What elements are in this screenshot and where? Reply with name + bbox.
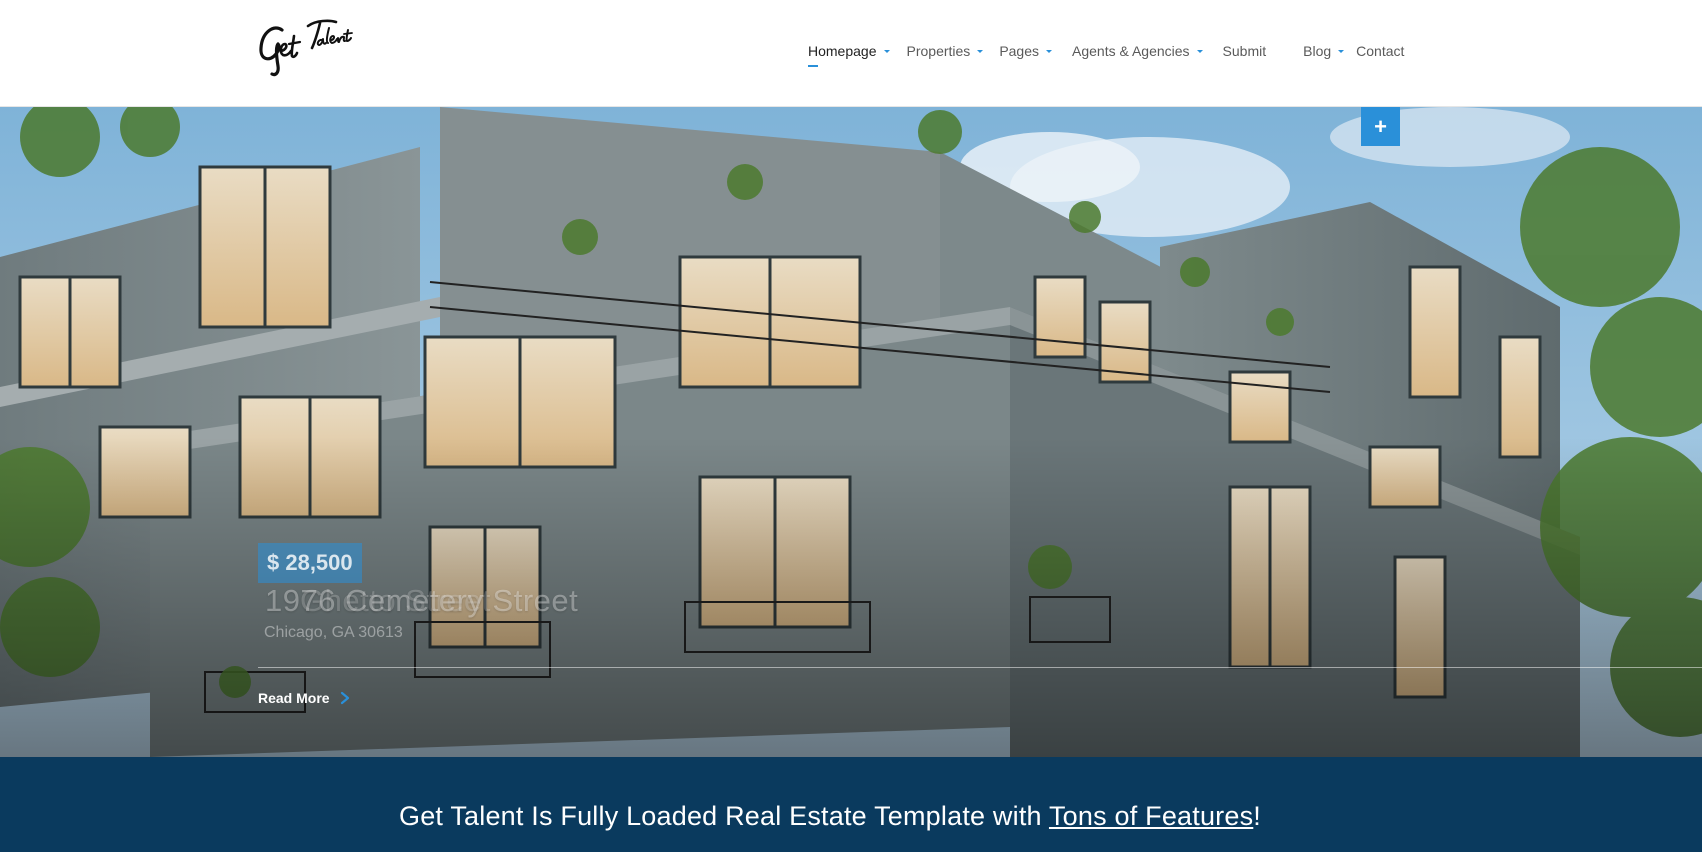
- plus-icon: +: [1374, 113, 1387, 139]
- site-logo[interactable]: [256, 14, 356, 80]
- nav-item-label: Properties: [906, 43, 971, 59]
- nav-item-pages[interactable]: Pages: [999, 43, 1052, 59]
- caret-down-icon: [1046, 48, 1052, 54]
- features-link[interactable]: Tons of Features: [1049, 801, 1253, 831]
- logo-script-icon: [259, 19, 353, 77]
- property-title: 1976 Cemetery Street: [265, 583, 579, 618]
- nav-item-contact[interactable]: Contact: [1356, 43, 1404, 59]
- nav-item-properties[interactable]: Properties: [907, 43, 984, 59]
- chevron-right-icon: [340, 691, 349, 705]
- nav-item-label: Contact: [1356, 43, 1405, 59]
- read-more-link[interactable]: Read More: [258, 690, 352, 706]
- hero-divider: [258, 667, 1702, 668]
- price-badge: $ 28,500: [258, 543, 362, 583]
- main-nav: Homepage Properties Pages Agents & Agenc…: [808, 36, 1404, 67]
- caret-down-icon: [1197, 48, 1203, 54]
- hero-slider: + $ 28,500 Ghetto Street 1976 Cemetery S…: [0, 107, 1702, 757]
- add-property-button[interactable]: +: [1361, 107, 1400, 146]
- banner-text-after: !: [1253, 801, 1261, 831]
- banner-text-before: Get Talent Is Fully Loaded Real Estate T…: [399, 801, 1049, 831]
- banner-headline: Get Talent Is Fully Loaded Real Estate T…: [0, 801, 1660, 832]
- nav-item-label: Pages: [999, 43, 1040, 59]
- nav-item-label: Blog: [1303, 43, 1332, 59]
- site-header: Homepage Properties Pages Agents & Agenc…: [0, 0, 1702, 107]
- caret-down-icon: [884, 48, 890, 54]
- nav-item-label: Agents & Agencies: [1072, 43, 1190, 59]
- nav-item-agents-agencies[interactable]: Agents & Agencies: [1072, 43, 1203, 59]
- caret-down-icon: [1338, 48, 1344, 54]
- caret-down-icon: [977, 48, 983, 54]
- nav-item-submit[interactable]: Submit: [1223, 43, 1267, 59]
- hero-building-image: [0, 107, 1702, 757]
- read-more-label: Read More: [258, 690, 330, 706]
- nav-item-homepage[interactable]: Homepage: [808, 43, 890, 67]
- nav-item-label: Homepage: [808, 43, 877, 59]
- nav-item-blog[interactable]: Blog: [1303, 43, 1344, 59]
- price-value: $ 28,500: [267, 550, 353, 575]
- features-banner: Get Talent Is Fully Loaded Real Estate T…: [0, 757, 1702, 852]
- active-underline: [808, 65, 818, 67]
- nav-item-label: Submit: [1222, 43, 1267, 59]
- property-location: Chicago, GA 30613: [264, 624, 403, 641]
